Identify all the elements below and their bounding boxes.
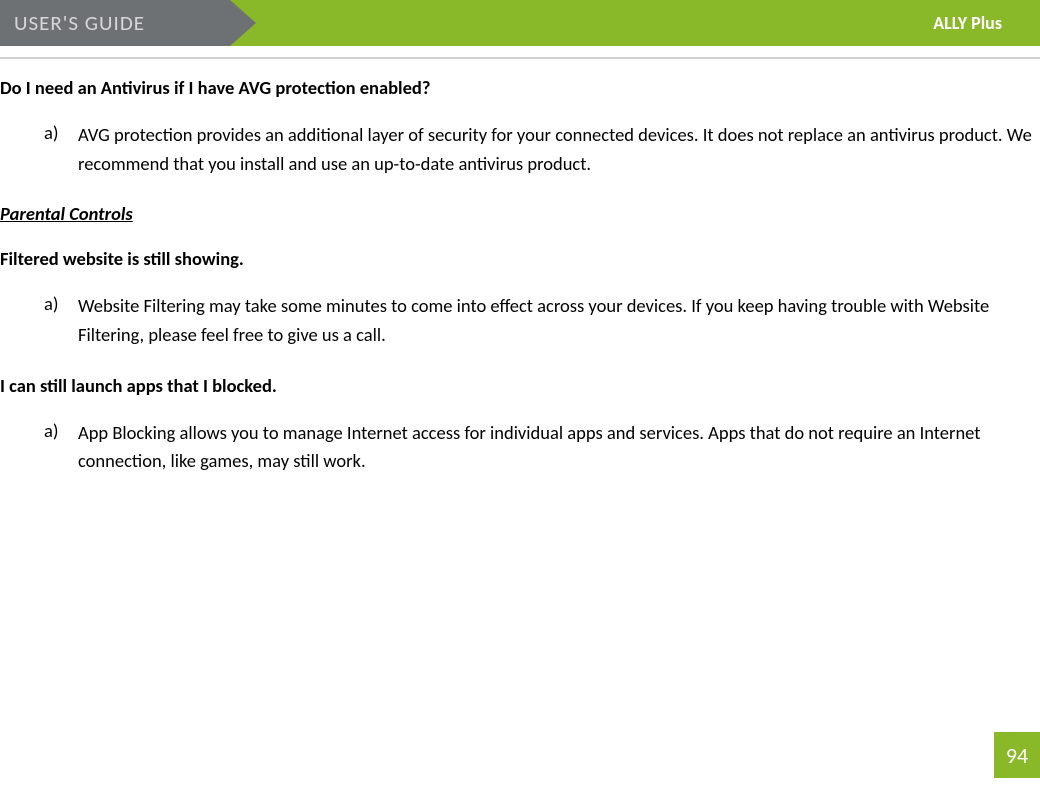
guide-title: USER'S GUIDE [14, 10, 145, 36]
header-arrow-divider [230, 0, 256, 46]
list-item: a) Website Filtering may take some minut… [0, 292, 1032, 349]
list-body-text: App Blocking allows you to manage Intern… [78, 419, 1032, 476]
list-marker: a) [44, 292, 78, 349]
page-number: 94 [1006, 742, 1028, 769]
list-body-text: Website Filtering may take some minutes … [78, 292, 1032, 349]
question-heading-antivirus: Do I need an Antivirus if I have AVG pro… [0, 76, 1032, 99]
list-marker: a) [44, 121, 78, 178]
page-number-box: 94 [994, 732, 1040, 778]
header-right-panel: ALLY Plus [230, 0, 1040, 46]
section-title-parental-controls: Parental Controls [0, 202, 1032, 225]
page-content: Do I need an Antivirus if I have AVG pro… [0, 46, 1040, 476]
page-header: USER'S GUIDE ALLY Plus [0, 0, 1040, 46]
list-item: a) App Blocking allows you to manage Int… [0, 419, 1032, 476]
header-underline [0, 57, 1040, 59]
question-heading-blocked-apps: I can still launch apps that I blocked. [0, 374, 1032, 397]
list-item: a) AVG protection provides an additional… [0, 121, 1032, 178]
question-heading-filtered-website: Filtered website is still showing. [0, 247, 1032, 270]
product-name: ALLY Plus [933, 12, 1002, 34]
header-left-panel: USER'S GUIDE [0, 0, 230, 46]
list-body-text: AVG protection provides an additional la… [78, 121, 1032, 178]
list-marker: a) [44, 419, 78, 476]
